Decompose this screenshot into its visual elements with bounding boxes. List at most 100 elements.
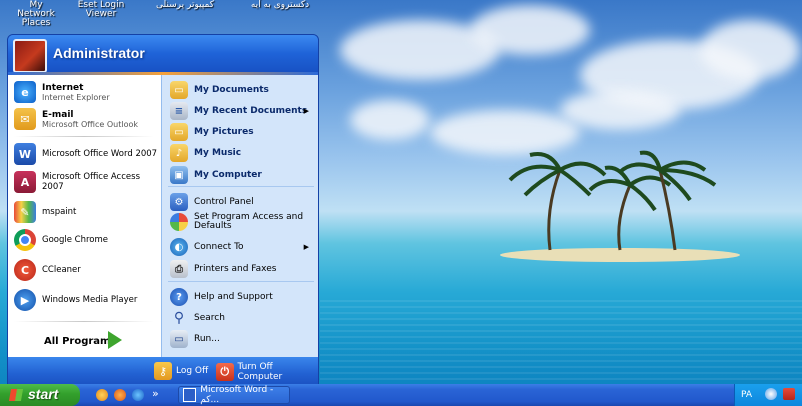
system-tray: PA xyxy=(734,384,802,406)
divider xyxy=(168,281,314,282)
setting-printers-faxes[interactable]: ⎙ Printers and Faxes xyxy=(170,260,315,278)
windows-flag-icon xyxy=(8,389,24,401)
cloud xyxy=(700,20,800,80)
place-my-pictures[interactable]: ▭ My Pictures xyxy=(170,123,315,141)
setting-label: Connect To xyxy=(194,242,244,252)
sea xyxy=(320,300,802,380)
program-label: Windows Media Player xyxy=(42,295,138,305)
chrome-icon xyxy=(14,229,36,251)
search-item[interactable]: ⚲ Search xyxy=(170,309,315,327)
media-player-icon: ▶ xyxy=(14,289,36,311)
desktop-icon-persian-2[interactable]: دکستروی به آیه xyxy=(240,1,320,10)
place-label: My Pictures xyxy=(194,127,254,137)
program-media-player[interactable]: ▶ Windows Media Player xyxy=(14,289,137,311)
printer-icon: ⎙ xyxy=(170,260,188,278)
divider xyxy=(14,136,154,137)
help-label: Run... xyxy=(194,334,220,344)
pinned-email[interactable]: ✉ E-mail Microsoft Office Outlook xyxy=(14,108,138,130)
palm-trees xyxy=(508,150,717,251)
tray-security-icon[interactable] xyxy=(783,388,795,400)
program-label: CCleaner xyxy=(42,265,81,275)
word-icon: W xyxy=(14,143,36,165)
task-microsoft-word[interactable]: Microsoft Word - کم... xyxy=(178,385,290,405)
search-icon: ⚲ xyxy=(173,310,185,326)
program-chrome[interactable]: Google Chrome xyxy=(14,229,108,251)
setting-label: Control Panel xyxy=(194,197,254,207)
documents-folder-icon: ▭ xyxy=(170,81,188,99)
user-avatar[interactable] xyxy=(13,39,47,73)
start-button[interactable]: start xyxy=(0,384,80,406)
setting-label: Set Program Access and Defaults xyxy=(194,212,304,231)
run-icon: ▭ xyxy=(170,330,188,348)
desktop-icon-persian-1[interactable]: کمپیوتر پرسنلی xyxy=(140,1,230,10)
pinned-title: Internet xyxy=(42,82,84,93)
access-icon: A xyxy=(14,171,36,193)
taskbar: start » Microsoft Word - کم... PA xyxy=(0,384,802,406)
setting-connect-to[interactable]: ◐ Connect To ▶ xyxy=(170,238,315,256)
program-ccleaner[interactable]: C CCleaner xyxy=(14,259,81,281)
place-label: My Music xyxy=(194,148,242,158)
desktop-icon-label: دکستروی به آیه xyxy=(250,0,310,10)
setting-label: Printers and Faxes xyxy=(194,264,277,274)
log-off-button[interactable]: ⚷ Log Off xyxy=(154,362,208,380)
desktop-icon-eset-login[interactable]: Eset Login Viewer xyxy=(76,1,126,19)
pinned-subtitle: Microsoft Office Outlook xyxy=(42,119,138,129)
submenu-arrow-icon: ▶ xyxy=(303,107,309,115)
ccleaner-icon: C xyxy=(14,259,36,281)
setting-program-access[interactable]: Set Program Access and Defaults xyxy=(170,213,315,231)
quicklaunch-icon-1[interactable] xyxy=(96,389,108,401)
place-my-music[interactable]: ♪ My Music xyxy=(170,144,315,162)
connect-to-icon: ◐ xyxy=(170,238,188,256)
program-label: Microsoft Office Access 2007 xyxy=(42,172,140,192)
place-my-documents[interactable]: ▭ My Documents xyxy=(170,81,315,99)
log-off-label: Log Off xyxy=(176,366,209,376)
desktop-icon-label: Places xyxy=(21,18,51,28)
outlook-icon: ✉ xyxy=(14,108,36,130)
music-folder-icon: ♪ xyxy=(170,144,188,162)
task-label: Microsoft Word - کم... xyxy=(200,385,274,405)
place-label: My Documents xyxy=(194,85,269,95)
program-access[interactable]: A Microsoft Office Access 2007 xyxy=(14,171,159,193)
divider xyxy=(14,321,154,322)
place-label: My Computer xyxy=(194,170,262,180)
program-mspaint[interactable]: ✎ mspaint xyxy=(14,201,76,223)
quicklaunch-icon-2[interactable] xyxy=(114,389,126,401)
language-indicator[interactable]: PA xyxy=(741,390,752,400)
desktop-icon-label: My Network xyxy=(17,0,55,19)
help-and-support[interactable]: ? Help and Support xyxy=(170,288,315,306)
cloud xyxy=(430,110,580,155)
pictures-folder-icon: ▭ xyxy=(170,123,188,141)
submenu-arrow-icon: ▶ xyxy=(303,243,309,251)
start-menu: Administrator e Internet Internet Explore… xyxy=(7,34,319,386)
help-icon: ? xyxy=(170,288,188,306)
place-my-recent-documents[interactable]: ≡ My Recent Documents ▶ xyxy=(170,102,315,120)
pinned-internet[interactable]: e Internet Internet Explorer xyxy=(14,81,110,103)
help-label: Search xyxy=(194,313,225,323)
turn-off-button[interactable]: ⏻ Turn Off Computer xyxy=(216,362,318,382)
desktop-icon-label: کمپیوتر پرسنلی xyxy=(155,0,215,10)
cloud xyxy=(350,100,430,140)
start-label: start xyxy=(28,386,59,402)
places-pane: ▭ My Documents ≡ My Recent Documents ▶ ▭… xyxy=(161,75,318,357)
quicklaunch-chevron-icon[interactable]: » xyxy=(152,387,159,400)
recent-documents-icon: ≡ xyxy=(170,102,188,120)
computer-icon: ▣ xyxy=(170,166,188,184)
cloud xyxy=(470,5,590,55)
program-label: Google Chrome xyxy=(42,235,109,245)
power-icon: ⏻ xyxy=(216,363,234,381)
all-programs-arrow-icon[interactable] xyxy=(108,331,122,349)
control-panel-icon: ⚙ xyxy=(170,193,188,211)
run-item[interactable]: ▭ Run... xyxy=(170,330,315,348)
tray-network-icon[interactable] xyxy=(765,388,777,400)
desktop-icon-network-places[interactable]: My Network Places xyxy=(14,1,58,28)
all-programs-label[interactable]: All Programs xyxy=(44,336,116,347)
start-menu-header: Administrator xyxy=(8,35,318,73)
program-word[interactable]: W Microsoft Office Word 2007 xyxy=(14,143,157,165)
turn-off-label: Turn Off Computer xyxy=(237,362,283,382)
username: Administrator xyxy=(53,45,145,61)
place-my-computer[interactable]: ▣ My Computer xyxy=(170,166,315,184)
divider xyxy=(168,186,314,187)
quicklaunch-ie-icon[interactable] xyxy=(132,389,144,401)
paint-icon: ✎ xyxy=(14,201,36,223)
setting-control-panel[interactable]: ⚙ Control Panel xyxy=(170,193,315,211)
